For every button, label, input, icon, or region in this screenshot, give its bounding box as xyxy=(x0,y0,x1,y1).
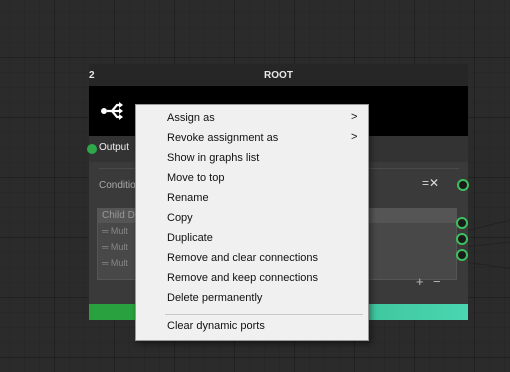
condition-toggle-icon[interactable]: =✕ xyxy=(422,176,439,190)
submenu-arrow-icon: > xyxy=(351,131,358,143)
menu-item-assign-as[interactable]: Assign as > xyxy=(136,109,368,129)
child-list-title: Child D xyxy=(102,210,135,221)
node-header[interactable]: 2 ROOT xyxy=(89,64,468,86)
child-port[interactable] xyxy=(456,233,468,245)
menu-item-label: Move to top xyxy=(167,172,225,184)
child-port[interactable] xyxy=(456,249,468,261)
menu-item-move-to-top[interactable]: Move to top xyxy=(136,169,368,189)
menu-item-duplicate[interactable]: Duplicate xyxy=(136,229,368,249)
menu-separator xyxy=(165,314,363,315)
menu-item-clear-dynamic-ports[interactable]: Clear dynamic ports xyxy=(136,317,368,337)
condition-label: Conditio xyxy=(99,180,136,191)
menu-item-label: Show in graphs list xyxy=(167,152,260,164)
child-port[interactable] xyxy=(456,217,468,229)
connection-wire xyxy=(467,219,510,231)
menu-item-remove-and-clear-connections[interactable]: Remove and clear connections xyxy=(136,249,368,269)
connection-wire xyxy=(467,241,510,247)
menu-item-copy[interactable]: Copy xyxy=(136,209,368,229)
menu-item-label: Remove and clear connections xyxy=(167,252,319,264)
context-menu: Assign as > Revoke assignment as > Show … xyxy=(135,104,369,341)
menu-item-label: Clear dynamic ports xyxy=(167,320,265,332)
connection-wire xyxy=(467,262,510,270)
menu-item-label: Delete permanently xyxy=(167,292,263,304)
list-item[interactable]: ═ Mult xyxy=(102,242,128,252)
remove-item-button[interactable]: − xyxy=(433,274,441,289)
menu-item-label: Assign as xyxy=(167,112,215,124)
output-port[interactable] xyxy=(87,144,97,154)
menu-item-rename[interactable]: Rename xyxy=(136,189,368,209)
menu-item-label: Revoke assignment as xyxy=(167,132,279,144)
menu-item-label: Rename xyxy=(167,192,209,204)
list-item[interactable]: ═ Mult xyxy=(102,258,128,268)
add-item-button[interactable]: + xyxy=(416,274,424,289)
list-item[interactable]: ═ Mult xyxy=(102,226,128,236)
node-title: ROOT xyxy=(264,70,293,81)
menu-item-label: Duplicate xyxy=(167,232,213,244)
branch-split-icon xyxy=(101,102,123,120)
menu-item-show-in-graphs-list[interactable]: Show in graphs list xyxy=(136,149,368,169)
output-label: Output xyxy=(99,142,130,153)
menu-item-label: Copy xyxy=(167,212,193,224)
menu-item-remove-and-keep-connections[interactable]: Remove and keep connections xyxy=(136,269,368,289)
menu-item-delete-permanently[interactable]: Delete permanently xyxy=(136,289,368,309)
submenu-arrow-icon: > xyxy=(351,111,358,123)
menu-item-label: Remove and keep connections xyxy=(167,272,319,284)
menu-item-revoke-assignment[interactable]: Revoke assignment as > xyxy=(136,129,368,149)
condition-port[interactable] xyxy=(457,179,469,191)
